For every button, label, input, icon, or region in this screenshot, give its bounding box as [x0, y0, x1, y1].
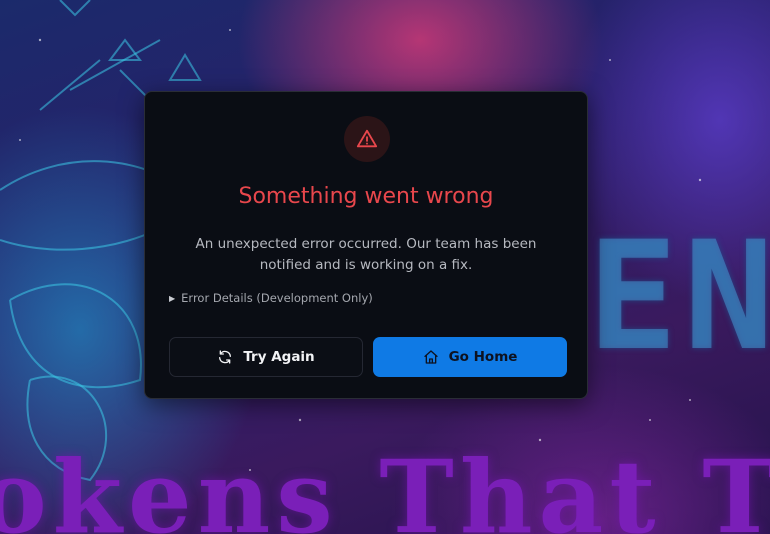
disclosure-triangle-icon: ▶ — [169, 293, 176, 303]
go-home-button[interactable]: Go Home — [373, 337, 567, 377]
go-home-label: Go Home — [448, 349, 518, 365]
error-details-label: Error Details (Development Only) — [181, 291, 373, 305]
error-card: Something went wrong An unexpected error… — [144, 91, 588, 399]
background-tagline: okens That T — [0, 438, 770, 534]
refresh-icon — [217, 349, 233, 365]
error-title: Something went wrong — [238, 184, 494, 209]
try-again-button[interactable]: Try Again — [169, 337, 363, 377]
home-icon — [423, 349, 439, 365]
error-message: An unexpected error occurred. Our team h… — [195, 236, 537, 273]
try-again-label: Try Again — [243, 349, 315, 365]
error-details-toggle[interactable]: ▶ Error Details (Development Only) — [169, 291, 373, 305]
alert-triangle-icon — [344, 116, 390, 162]
